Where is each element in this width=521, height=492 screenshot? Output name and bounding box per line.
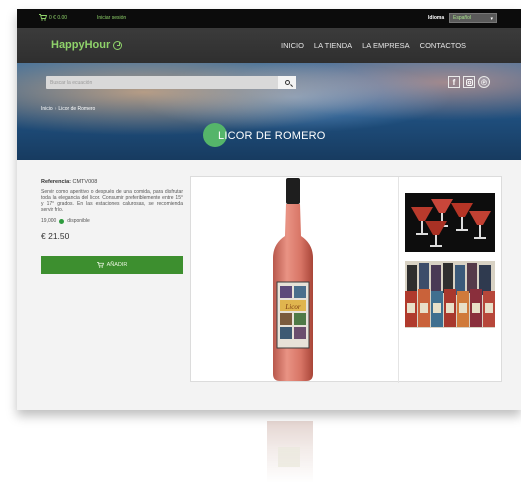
chevron-down-icon: ▾ — [490, 16, 493, 22]
search-input[interactable]: Buscar la ecuación — [46, 76, 296, 89]
reference-label: Referencia: — [41, 179, 71, 185]
breadcrumb-separator-icon: › — [54, 106, 57, 112]
product-gallery: Licor — [190, 176, 502, 383]
nav-menu: INICIO LA TIENDA LA EMPRESA CONTACTOS — [281, 41, 466, 50]
breadcrumb-home[interactable]: Inicio — [41, 106, 53, 112]
language-select[interactable]: Español ▾ — [449, 13, 497, 23]
nav-item-empresa[interactable]: LA EMPRESA — [362, 41, 410, 50]
instagram-icon[interactable] — [463, 76, 475, 88]
available-icon — [59, 218, 65, 224]
breadcrumb: Inicio › Licor de Romero — [41, 106, 95, 112]
product-main-image[interactable]: Licor — [268, 178, 318, 382]
product-info: Referencia: CMTV008 Servir como aperitiv… — [41, 179, 183, 275]
hero-banner: Buscar la ecuación f ℗ Inicio › Licor de R… — [17, 63, 521, 160]
page-title: LICOR DE ROMERO — [218, 130, 326, 142]
add-to-cart-button[interactable]: AÑADIR — [41, 256, 183, 275]
stock-label: disponible — [67, 218, 90, 225]
nav-item-inicio[interactable]: INICIO — [281, 41, 304, 50]
language-label: Idioma — [428, 15, 445, 21]
cart-total: 0 € 0.00 — [49, 14, 68, 21]
site-logo[interactable]: HappyHour — [51, 39, 123, 51]
nav-item-tienda[interactable]: LA TIENDA — [314, 41, 352, 50]
social-links: f ℗ — [448, 76, 490, 88]
stock-status: 19,000 disponible — [41, 218, 183, 224]
breadcrumb-current: Licor de Romero — [58, 106, 96, 112]
top-bar: 0 € 0.00 Iniciar sesión Idioma Español ▾ — [17, 9, 521, 28]
facebook-icon[interactable]: f — [448, 76, 460, 88]
search-icon — [284, 80, 290, 85]
gallery-divider — [398, 177, 399, 383]
reflection-label — [278, 447, 300, 467]
pinterest-icon[interactable]: ℗ — [478, 76, 490, 88]
clock-icon — [113, 40, 123, 50]
product-thumbnail-bottles[interactable] — [405, 261, 495, 328]
cart-icon — [96, 262, 104, 269]
reference-value: CMTV008 — [72, 179, 98, 185]
bottle-reflection — [267, 421, 313, 483]
main-navbar: HappyHour INICIO LA TIENDA LA EMPRESA CO… — [17, 28, 521, 63]
cart-link[interactable]: 0 € 0.00 — [39, 14, 67, 21]
product-price: € 21.50 — [41, 231, 70, 242]
add-button-label: AÑADIR — [106, 262, 128, 269]
product-thumbnail-glasses[interactable] — [405, 193, 495, 252]
login-link[interactable]: Iniciar sesión — [97, 15, 126, 21]
product-reference: Referencia: CMTV008 — [41, 179, 183, 185]
nav-item-contactos[interactable]: CONTACTOS — [420, 41, 466, 50]
bottle-label-text: Licor — [284, 303, 300, 311]
logo-text: HappyHour — [51, 39, 111, 51]
product-description: Servir como aperitivo o después de una c… — [41, 189, 183, 214]
cart-icon — [39, 14, 47, 21]
stock-quantity: 19,000 — [41, 218, 57, 225]
search-button[interactable] — [278, 76, 296, 89]
browser-frame: 0 € 0.00 Iniciar sesión Idioma Español ▾… — [17, 9, 521, 410]
language-value: Español — [453, 15, 472, 21]
